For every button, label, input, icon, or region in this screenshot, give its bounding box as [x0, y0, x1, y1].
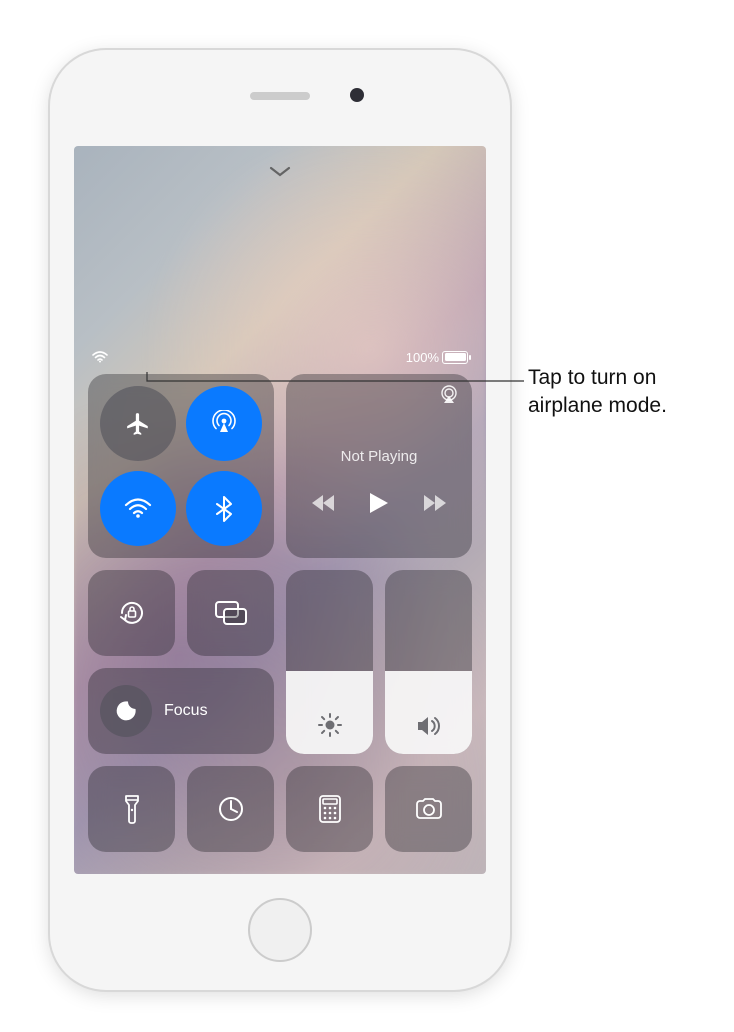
play-button[interactable]	[370, 493, 388, 513]
forward-button[interactable]	[424, 495, 446, 511]
status-bar: 100%	[74, 346, 486, 368]
airplane-mode-button[interactable]	[100, 386, 176, 461]
airplay-icon[interactable]	[438, 384, 460, 404]
media-title: Not Playing	[341, 448, 418, 465]
wifi-status-icon	[92, 351, 108, 363]
camera-icon	[414, 797, 444, 821]
calculator-icon	[319, 795, 341, 823]
rewind-button[interactable]	[312, 495, 334, 511]
do-not-disturb-icon	[100, 685, 152, 737]
front-camera	[350, 88, 364, 102]
focus-label: Focus	[164, 702, 208, 720]
focus-button[interactable]: Focus	[88, 668, 274, 754]
orientation-lock-icon	[116, 597, 148, 629]
flashlight-icon	[124, 794, 140, 824]
device-frame: 100%	[50, 50, 510, 990]
screen-mirroring-icon	[214, 600, 248, 626]
orientation-lock-button[interactable]	[88, 570, 175, 656]
volume-icon	[415, 714, 443, 738]
screen-mirroring-button[interactable]	[187, 570, 274, 656]
screen: 100%	[74, 146, 486, 874]
battery-indicator: 100%	[406, 350, 468, 365]
camera-button[interactable]	[385, 766, 472, 852]
airplane-icon	[125, 411, 151, 437]
volume-slider[interactable]	[385, 570, 472, 754]
calculator-button[interactable]	[286, 766, 373, 852]
timer-icon	[217, 795, 245, 823]
timer-button[interactable]	[187, 766, 274, 852]
airdrop-button[interactable]	[186, 386, 262, 461]
wifi-button[interactable]	[100, 471, 176, 546]
control-center: Not Playing	[88, 374, 472, 852]
connectivity-group	[88, 374, 274, 558]
speaker-grille	[250, 92, 310, 100]
brightness-icon	[317, 712, 343, 738]
home-button[interactable]	[248, 898, 312, 962]
brightness-slider[interactable]	[286, 570, 373, 754]
media-controls-tile[interactable]: Not Playing	[286, 374, 472, 558]
flashlight-button[interactable]	[88, 766, 175, 852]
bluetooth-icon	[216, 496, 232, 522]
chevron-down-icon[interactable]	[269, 166, 291, 178]
wifi-icon	[124, 498, 152, 520]
airdrop-icon	[210, 410, 238, 438]
battery-percentage: 100%	[406, 350, 439, 365]
bluetooth-button[interactable]	[186, 471, 262, 546]
callout-text: Tap to turn on airplane mode.	[528, 364, 718, 421]
